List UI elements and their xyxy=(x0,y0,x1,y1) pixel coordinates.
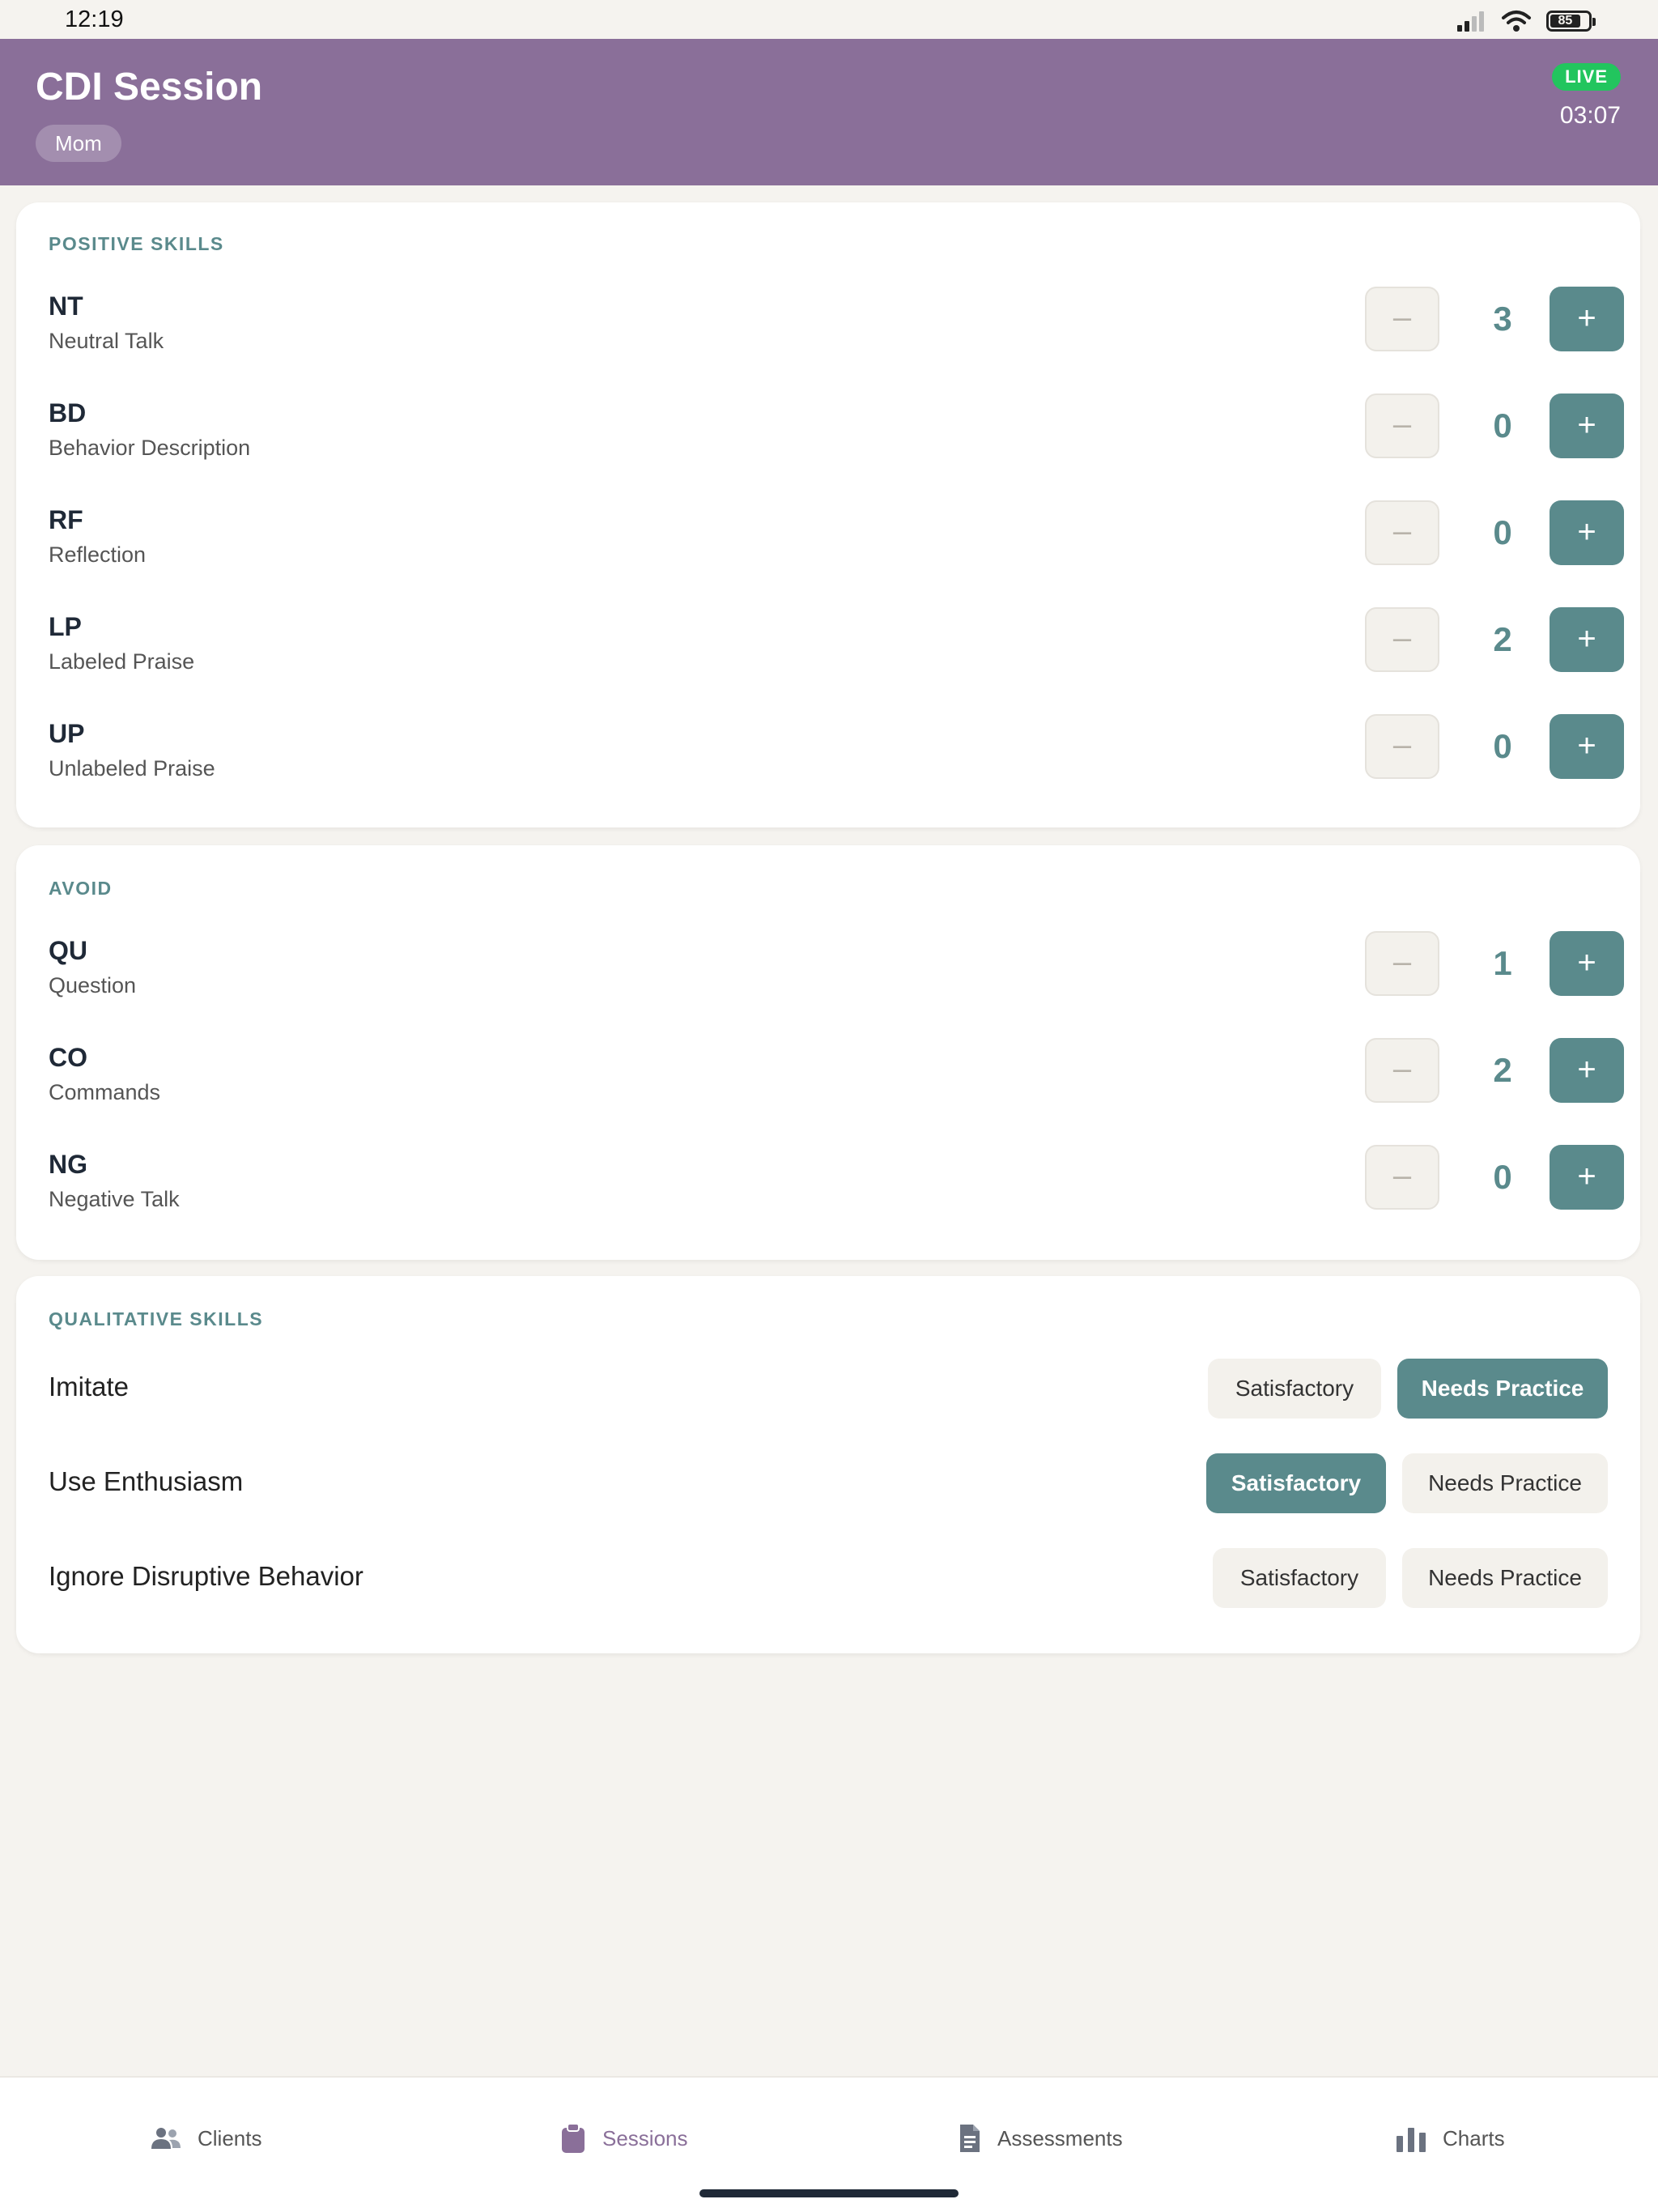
clipboard-icon xyxy=(562,2123,585,2153)
section-title: POSITIVE SKILLS xyxy=(49,233,224,254)
section-title: QUALITATIVE SKILLS xyxy=(49,1308,264,1329)
qual-row-enthusiasm: Use Enthusiasm Satisfactory Needs Practi… xyxy=(16,1453,1640,1513)
increment-button[interactable]: + xyxy=(1550,607,1624,672)
skill-code: NG xyxy=(49,1150,87,1179)
increment-button[interactable]: + xyxy=(1550,1145,1624,1210)
session-timer: 03:07 xyxy=(1559,102,1621,129)
satisfactory-button[interactable]: Satisfactory xyxy=(1208,1359,1381,1419)
skill-name: Neutral Talk xyxy=(49,329,164,353)
skill-count: 0 xyxy=(1493,1158,1512,1196)
skill-count: 0 xyxy=(1493,406,1512,445)
needs-practice-button[interactable]: Needs Practice xyxy=(1397,1359,1608,1419)
increment-button[interactable]: + xyxy=(1550,500,1624,565)
skill-code: RF xyxy=(49,505,83,534)
document-icon xyxy=(960,2125,980,2152)
skill-name: Labeled Praise xyxy=(49,649,195,674)
needs-practice-button[interactable]: Needs Practice xyxy=(1402,1548,1608,1608)
decrement-button[interactable]: – xyxy=(1365,1038,1439,1103)
skill-row-nt: NT Neutral Talk – 3 + xyxy=(16,287,1640,376)
increment-button[interactable]: + xyxy=(1550,287,1624,351)
qual-label: Ignore Disruptive Behavior xyxy=(49,1561,363,1591)
decrement-button[interactable]: – xyxy=(1365,714,1439,779)
skill-name: Commands xyxy=(49,1080,161,1104)
parent-chip[interactable]: Mom xyxy=(36,125,121,162)
skill-name: Negative Talk xyxy=(49,1187,180,1211)
decrement-button[interactable]: – xyxy=(1365,500,1439,565)
skill-count: 0 xyxy=(1493,513,1512,551)
increment-button[interactable]: + xyxy=(1550,393,1624,458)
status-bar: 12:19 85 xyxy=(0,0,1658,39)
qual-label: Imitate xyxy=(49,1372,130,1402)
positive-skills-card: POSITIVE SKILLS NT Neutral Talk – 3 + BD… xyxy=(16,202,1640,827)
status-icons: 85 xyxy=(1457,8,1596,34)
tab-clients[interactable]: Clients xyxy=(151,2118,261,2159)
qual-row-ignore: Ignore Disruptive Behavior Satisfactory … xyxy=(16,1548,1640,1608)
battery-icon: 85 xyxy=(1546,11,1596,32)
tab-assessments[interactable]: Assessments xyxy=(959,2118,1123,2159)
avoid-card: AVOID QU Question – 1 + CO Commands – 2 … xyxy=(16,845,1640,1260)
skill-name: Unlabeled Praise xyxy=(49,756,215,781)
skill-name: Question xyxy=(49,973,137,998)
increment-button[interactable]: + xyxy=(1550,931,1624,996)
decrement-button[interactable]: – xyxy=(1365,1145,1439,1210)
skill-row-ng: NG Negative Talk – 0 + xyxy=(16,1145,1640,1234)
home-indicator xyxy=(699,2189,959,2197)
signal-icon xyxy=(1457,11,1484,32)
battery-level: 85 xyxy=(1550,15,1580,28)
skill-row-qu: QU Question – 1 + xyxy=(16,931,1640,1020)
skill-code: QU xyxy=(49,936,87,965)
bar-chart-icon xyxy=(1397,2128,1426,2152)
needs-practice-button[interactable]: Needs Practice xyxy=(1402,1453,1608,1513)
skill-row-lp: LP Labeled Praise – 2 + xyxy=(16,607,1640,696)
qual-row-imitate: Imitate Satisfactory Needs Practice xyxy=(16,1359,1640,1419)
qual-label: Use Enthusiasm xyxy=(49,1466,244,1496)
section-title: AVOID xyxy=(49,878,113,899)
skill-code: CO xyxy=(49,1043,87,1072)
skill-row-bd: BD Behavior Description – 0 + xyxy=(16,393,1640,483)
tab-sessions[interactable]: Sessions xyxy=(560,2118,688,2159)
skill-count: 3 xyxy=(1493,300,1512,338)
skill-row-up: UP Unlabeled Praise – 0 + xyxy=(16,714,1640,803)
decrement-button[interactable]: – xyxy=(1365,393,1439,458)
tab-charts[interactable]: Charts xyxy=(1396,2118,1505,2159)
decrement-button[interactable]: – xyxy=(1365,607,1439,672)
decrement-button[interactable]: – xyxy=(1365,287,1439,351)
skill-code: UP xyxy=(49,719,85,748)
increment-button[interactable]: + xyxy=(1550,1038,1624,1103)
tab-label: Clients xyxy=(198,2125,262,2150)
skill-count: 2 xyxy=(1493,620,1512,658)
skill-code: LP xyxy=(49,612,82,641)
qualitative-skills-card: QUALITATIVE SKILLS Imitate Satisfactory … xyxy=(16,1276,1640,1653)
skill-name: Behavior Description xyxy=(49,436,251,460)
tab-label: Assessments xyxy=(997,2125,1123,2150)
session-header: CDI Session Mom LIVE 03:07 xyxy=(0,39,1658,185)
people-icon xyxy=(151,2128,181,2149)
skill-code: BD xyxy=(49,398,87,428)
page-title: CDI Session xyxy=(36,66,263,108)
wifi-icon xyxy=(1502,11,1531,32)
skill-name: Reflection xyxy=(49,542,147,567)
satisfactory-button[interactable]: Satisfactory xyxy=(1213,1548,1386,1608)
tab-label: Sessions xyxy=(602,2125,688,2150)
tab-label: Charts xyxy=(1443,2125,1505,2150)
skill-row-co: CO Commands – 2 + xyxy=(16,1038,1640,1127)
skill-code: NT xyxy=(49,291,83,321)
skill-row-rf: RF Reflection – 0 + xyxy=(16,500,1640,589)
live-badge: LIVE xyxy=(1552,63,1621,91)
increment-button[interactable]: + xyxy=(1550,714,1624,779)
satisfactory-button[interactable]: Satisfactory xyxy=(1206,1453,1386,1513)
skill-count: 0 xyxy=(1493,727,1512,765)
status-time: 12:19 xyxy=(65,6,124,32)
skill-count: 2 xyxy=(1493,1051,1512,1089)
skill-count: 1 xyxy=(1493,944,1512,982)
decrement-button[interactable]: – xyxy=(1365,931,1439,996)
